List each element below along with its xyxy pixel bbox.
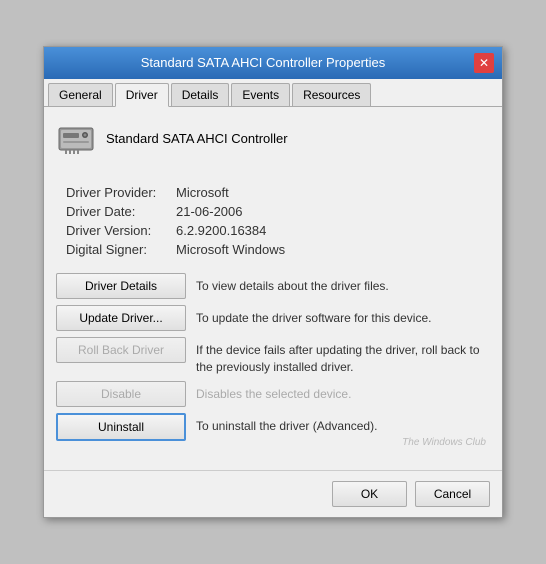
ok-button[interactable]: OK [332, 481, 407, 507]
driver-details-desc: To view details about the driver files. [196, 273, 490, 295]
info-row-provider: Driver Provider: Microsoft [66, 185, 490, 200]
info-value-version: 6.2.9200.16384 [176, 223, 266, 238]
dialog-footer: OK Cancel [44, 470, 502, 517]
device-header: Standard SATA AHCI Controller [56, 119, 490, 169]
rollback-driver-button[interactable]: Roll Back Driver [56, 337, 186, 363]
tab-general[interactable]: General [48, 83, 113, 106]
disable-button[interactable]: Disable [56, 381, 186, 407]
disable-row: Disable Disables the selected device. [56, 381, 490, 407]
info-value-provider: Microsoft [176, 185, 229, 200]
driver-details-row: Driver Details To view details about the… [56, 273, 490, 299]
update-driver-button[interactable]: Update Driver... [56, 305, 186, 331]
device-name: Standard SATA AHCI Controller [106, 131, 288, 146]
device-icon [56, 119, 96, 159]
tab-bar: General Driver Details Events Resources [44, 79, 502, 107]
update-driver-desc: To update the driver software for this d… [196, 305, 490, 327]
tab-events[interactable]: Events [231, 83, 290, 106]
tab-details[interactable]: Details [171, 83, 230, 106]
info-row-signer: Digital Signer: Microsoft Windows [66, 242, 490, 257]
driver-details-button[interactable]: Driver Details [56, 273, 186, 299]
info-label-date: Driver Date: [66, 204, 176, 219]
info-label-signer: Digital Signer: [66, 242, 176, 257]
tab-resources[interactable]: Resources [292, 83, 371, 106]
rollback-driver-desc: If the device fails after updating the d… [196, 337, 490, 376]
driver-info-table: Driver Provider: Microsoft Driver Date: … [66, 185, 490, 257]
rollback-driver-row: Roll Back Driver If the device fails aft… [56, 337, 490, 376]
tab-driver[interactable]: Driver [115, 83, 169, 107]
title-bar: Standard SATA AHCI Controller Properties… [44, 47, 502, 79]
disable-desc: Disables the selected device. [196, 381, 490, 403]
update-driver-row: Update Driver... To update the driver so… [56, 305, 490, 331]
tab-content: Standard SATA AHCI Controller Driver Pro… [44, 107, 502, 461]
properties-window: Standard SATA AHCI Controller Properties… [43, 46, 503, 519]
cancel-button[interactable]: Cancel [415, 481, 490, 507]
window-title: Standard SATA AHCI Controller Properties [52, 55, 474, 70]
uninstall-desc: To uninstall the driver (Advanced). [196, 413, 490, 435]
info-row-version: Driver Version: 6.2.9200.16384 [66, 223, 490, 238]
action-buttons: Driver Details To view details about the… [56, 273, 490, 442]
info-value-date: 21-06-2006 [176, 204, 243, 219]
info-value-signer: Microsoft Windows [176, 242, 285, 257]
info-label-version: Driver Version: [66, 223, 176, 238]
watermark: The Windows Club [56, 437, 490, 448]
info-label-provider: Driver Provider: [66, 185, 176, 200]
close-button[interactable]: ✕ [474, 53, 494, 73]
info-row-date: Driver Date: 21-06-2006 [66, 204, 490, 219]
